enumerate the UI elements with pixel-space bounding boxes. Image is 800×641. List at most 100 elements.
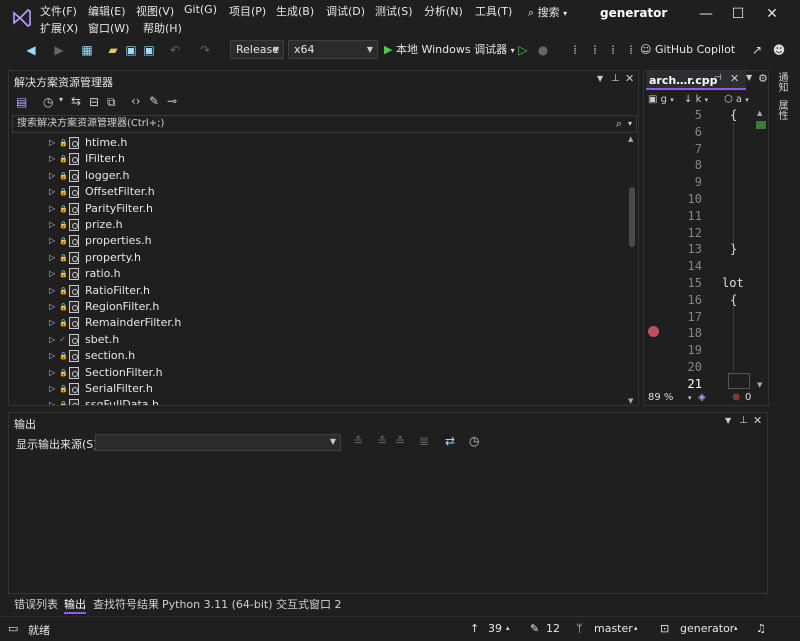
- expand-arrow-icon[interactable]: ▷: [49, 397, 55, 405]
- error-icon[interactable]: ⊗: [732, 390, 740, 406]
- tree-item[interactable]: ▷ 🔒 OffsetFilter.h: [9, 184, 619, 200]
- expand-arrow-icon[interactable]: ▷: [49, 283, 55, 299]
- menu-help[interactable]: 帮助(H): [143, 20, 182, 36]
- panel-menu-icon[interactable]: ▼: [597, 74, 603, 83]
- menu-test[interactable]: 测试(S): [375, 3, 413, 19]
- timestamp-icon[interactable]: ◷: [469, 434, 479, 448]
- maximize-button[interactable]: ☐: [724, 4, 752, 24]
- solution-search-input[interactable]: 搜索解决方案资源管理器(Ctrl+;) ⌕ ▾: [12, 115, 637, 133]
- properties-tab[interactable]: 属性: [774, 100, 789, 120]
- tab-pin-icon[interactable]: ⊣: [714, 73, 722, 83]
- expand-arrow-icon[interactable]: ▷: [49, 315, 55, 331]
- chevron-up-icon[interactable]: ▴: [506, 624, 510, 632]
- menu-build[interactable]: 生成(B): [276, 3, 314, 19]
- chevron-down-icon[interactable]: ▾: [628, 116, 632, 132]
- back-icon[interactable]: ◀: [22, 41, 40, 59]
- tab-python-interactive[interactable]: Python 3.11 (64-bit) 交互式窗口 2: [162, 596, 342, 612]
- expand-arrow-icon[interactable]: ▷: [49, 332, 55, 348]
- sync-icon[interactable]: ⇆: [71, 94, 81, 108]
- menu-tools[interactable]: 工具(T): [475, 3, 512, 19]
- arrow-up-icon[interactable]: ↑: [470, 622, 479, 635]
- tree-scrollbar[interactable]: ▲ ▼: [627, 135, 637, 405]
- tree-item[interactable]: ▷ 🔒 ParityFilter.h: [9, 201, 619, 217]
- notifications-tab[interactable]: 通知: [774, 72, 789, 92]
- open-folder-icon[interactable]: ▰: [104, 41, 122, 59]
- expand-arrow-icon[interactable]: ▷: [49, 201, 55, 217]
- pin-icon[interactable]: ⊥: [611, 73, 620, 84]
- show-all-files-icon[interactable]: ⧉: [107, 95, 116, 110]
- minimize-button[interactable]: —: [692, 4, 720, 24]
- expand-arrow-icon[interactable]: ▷: [49, 365, 55, 381]
- expand-arrow-icon[interactable]: ▷: [49, 217, 55, 233]
- code-view-icon[interactable]: ‹›: [131, 94, 141, 108]
- save-all-icon[interactable]: ▣: [140, 41, 158, 59]
- menu-edit[interactable]: 编辑(E): [88, 3, 126, 19]
- expand-arrow-icon[interactable]: ▷: [49, 250, 55, 266]
- error-count[interactable]: 0: [745, 390, 751, 406]
- tree-item[interactable]: ▷ 🔒 properties.h: [9, 233, 619, 249]
- close-icon[interactable]: ✕: [625, 72, 634, 85]
- pencil-icon[interactable]: ✎: [530, 622, 539, 635]
- next-message-icon[interactable]: ≛: [395, 434, 405, 448]
- line-count[interactable]: 39: [488, 622, 502, 635]
- menu-window[interactable]: 窗口(W): [88, 20, 129, 36]
- panel-menu-icon[interactable]: ▼: [725, 416, 731, 425]
- tab-close-icon[interactable]: ✕: [730, 72, 739, 85]
- scrollbar-thumb[interactable]: [629, 187, 635, 247]
- platform-dropdown[interactable]: x64 ▼: [288, 40, 378, 59]
- forward-icon[interactable]: ▶: [50, 41, 68, 59]
- tree-item[interactable]: ▷ 🔒 ssqFullData.h: [9, 397, 619, 405]
- project-dropdown[interactable]: ▣ g ▾: [648, 94, 674, 105]
- menu-view[interactable]: 视图(V): [136, 3, 174, 19]
- undo-icon[interactable]: ↶: [166, 41, 184, 59]
- tree-item[interactable]: ▷ 🔒 ratio.h: [9, 266, 619, 282]
- new-item-icon[interactable]: ▦: [78, 41, 96, 59]
- expand-arrow-icon[interactable]: ▷: [49, 135, 55, 151]
- tree-item[interactable]: ▷ 🔒 section.h: [9, 348, 619, 364]
- zoom-level[interactable]: 89 %: [648, 390, 673, 406]
- expand-arrow-icon[interactable]: ▷: [49, 266, 55, 282]
- toggle-word-wrap-icon[interactable]: ⇄: [445, 434, 455, 448]
- search-button[interactable]: ⌕ 搜索 ▾: [528, 4, 567, 24]
- tree-item[interactable]: ▷ 🔒 logger.h: [9, 168, 619, 184]
- expand-arrow-icon[interactable]: ▷: [49, 184, 55, 200]
- menu-project[interactable]: 项目(P): [229, 3, 266, 19]
- intellicode-icon[interactable]: ◈: [698, 390, 706, 406]
- notifications-bell-icon[interactable]: ♫: [756, 622, 766, 635]
- menu-git[interactable]: Git(G): [184, 3, 217, 16]
- configuration-dropdown[interactable]: Release ▼: [230, 40, 284, 59]
- tree-item[interactable]: ▷ 🔒 SerialFilter.h: [9, 381, 619, 397]
- previous-message-icon[interactable]: ≛: [377, 434, 387, 448]
- github-copilot-button[interactable]: ☺ GitHub Copilot: [640, 41, 735, 59]
- expand-arrow-icon[interactable]: ▷: [49, 299, 55, 315]
- code-text-area[interactable]: {} lot {: [644, 108, 754, 389]
- chevron-up-icon[interactable]: ▴: [634, 624, 638, 632]
- expand-arrow-icon[interactable]: ▷: [49, 168, 55, 184]
- tree-item[interactable]: ▷ ✓ sbet.h: [9, 332, 619, 348]
- expand-arrow-icon[interactable]: ▷: [49, 151, 55, 167]
- tree-item[interactable]: ▷ 🔒 RegionFilter.h: [9, 299, 619, 315]
- clear-all-icon[interactable]: ≣: [419, 434, 429, 448]
- tree-item[interactable]: ▷ 🔒 prize.h: [9, 217, 619, 233]
- tab-output[interactable]: 输出: [64, 596, 86, 614]
- properties-wrench-icon[interactable]: ✎: [149, 94, 159, 108]
- user-icon[interactable]: ☻: [770, 41, 788, 59]
- switch-views-icon[interactable]: ▤: [16, 95, 27, 109]
- repository-name[interactable]: generator: [680, 622, 734, 635]
- chevron-down-icon[interactable]: ▾: [59, 95, 63, 104]
- tree-item[interactable]: ▷ 🔒 SectionFilter.h: [9, 365, 619, 381]
- find-message-icon[interactable]: ≛: [353, 434, 363, 448]
- scope-dropdown[interactable]: ↓ k ▾: [684, 94, 708, 105]
- start-without-debugging-icon[interactable]: ▷: [514, 41, 532, 59]
- step-icon[interactable]: ⁞: [566, 41, 584, 59]
- editor-scrollbar[interactable]: ▲ ▼: [754, 109, 768, 389]
- change-count[interactable]: 12: [546, 622, 560, 635]
- expand-arrow-icon[interactable]: ▷: [49, 348, 55, 364]
- pin-icon[interactable]: ⊥: [739, 415, 748, 426]
- menu-extensions[interactable]: 扩展(X): [40, 20, 78, 36]
- chevron-up-icon[interactable]: ▴: [734, 624, 738, 632]
- tree-item[interactable]: ▷ 🔒 htime.h: [9, 135, 619, 151]
- share-icon[interactable]: ↗: [748, 41, 766, 59]
- step-into-icon[interactable]: ⁞: [586, 41, 604, 59]
- scroll-up-icon[interactable]: ▲: [628, 135, 633, 143]
